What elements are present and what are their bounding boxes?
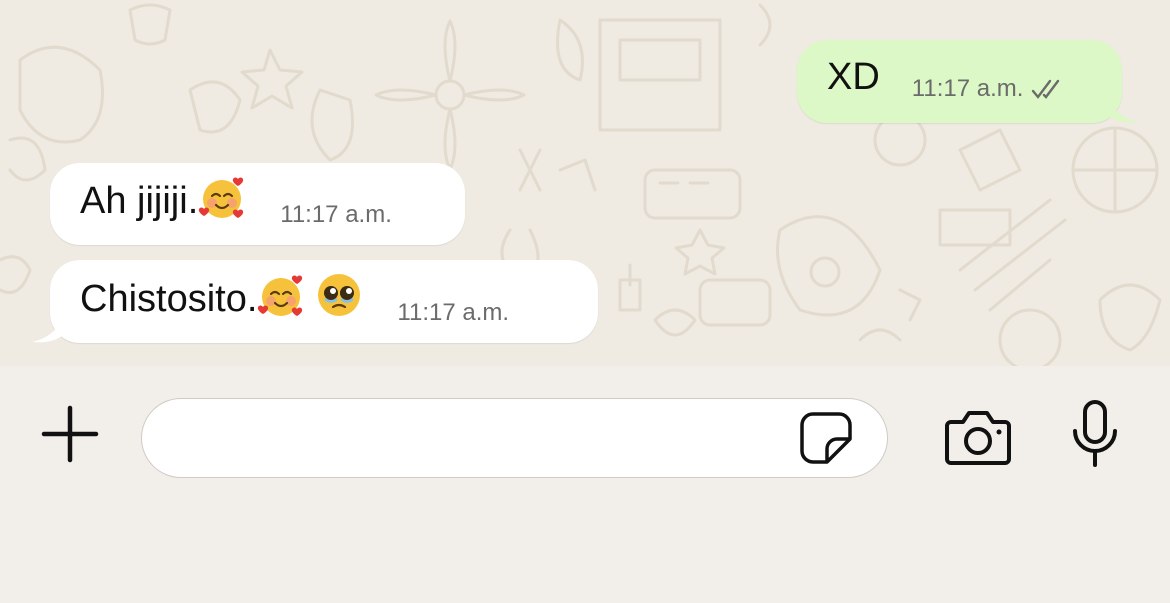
camera-icon[interactable] <box>943 409 1013 467</box>
incoming-message-bubble[interactable]: Chistosito. 11:17 a.m. <box>50 260 598 343</box>
chat-area: XD 11:17 a.m. Ah jijiji. 11:17 a.m. Chis… <box>0 0 1170 366</box>
message-time: 11:17 a.m. <box>911 75 1024 102</box>
double-check-read-icon <box>1032 79 1060 99</box>
plus-icon[interactable] <box>40 404 100 464</box>
sticker-icon[interactable] <box>799 411 853 465</box>
message-text: Ah jijiji. <box>80 173 246 231</box>
message-time: 11:17 a.m. <box>397 299 510 326</box>
incoming-message-bubble[interactable]: Ah jijiji. 11:17 a.m. <box>50 163 465 245</box>
smiling-face-with-hearts-emoji <box>199 177 244 218</box>
composer-bar <box>0 366 1170 603</box>
smiling-face-with-hearts-emoji <box>258 275 303 316</box>
microphone-icon[interactable] <box>1069 399 1121 469</box>
outgoing-bubble-tail <box>1108 99 1138 123</box>
incoming-bubble-tail <box>32 319 62 343</box>
message-time: 11:17 a.m. <box>280 201 392 228</box>
message-text: XD <box>827 56 880 98</box>
outgoing-message-bubble[interactable]: XD 11:17 a.m. <box>797 40 1122 123</box>
message-text: Chistosito. <box>80 271 363 329</box>
message-input[interactable] <box>141 398 888 478</box>
pleading-face-emoji <box>318 274 361 316</box>
